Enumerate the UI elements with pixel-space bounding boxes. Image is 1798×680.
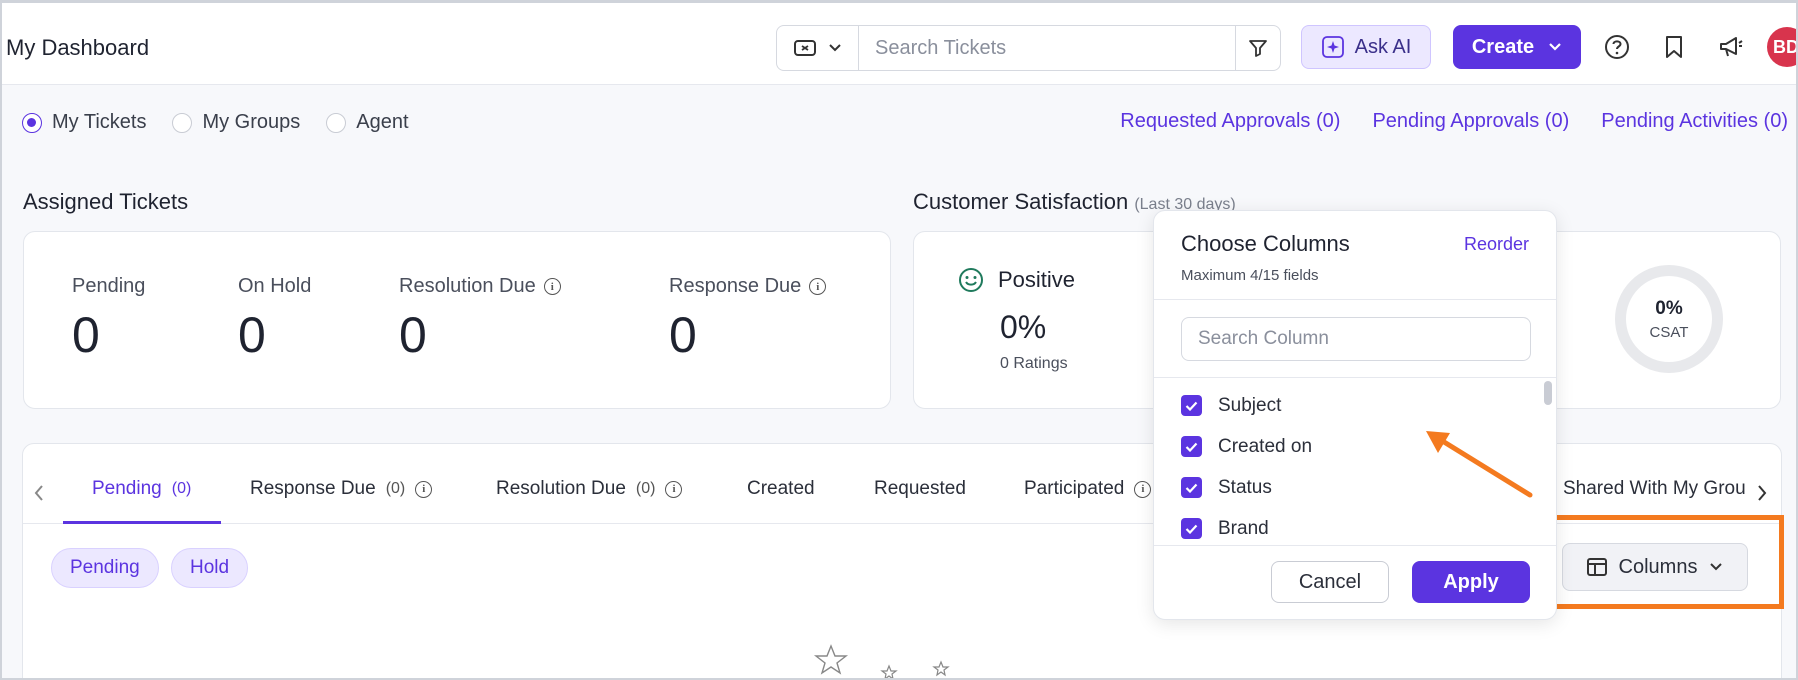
tab-response-due[interactable]: Response Due (0) i — [250, 478, 433, 500]
active-tab-indicator — [63, 521, 221, 524]
csat-positive-row: Positive — [958, 267, 1075, 293]
info-icon[interactable]: i — [665, 480, 683, 498]
stat-on-hold[interactable]: On Hold 0 — [238, 275, 311, 364]
bookmark-icon[interactable] — [1660, 33, 1688, 61]
checkbox-checked-icon[interactable] — [1181, 395, 1202, 416]
pending-activities-link[interactable]: Pending Activities (0) — [1601, 110, 1788, 133]
chevron-left-icon[interactable] — [33, 484, 45, 502]
stat-value: 0 — [238, 307, 266, 363]
radio-empty-icon — [326, 112, 347, 133]
filter-button[interactable] — [1235, 26, 1280, 70]
radio-my-tickets[interactable]: My Tickets — [22, 111, 146, 134]
tab-pending[interactable]: Pending (0) — [92, 478, 191, 500]
stat-label: Resolution Due i — [399, 275, 561, 298]
column-option-subject[interactable]: Subject — [1181, 385, 1521, 426]
popover-scrollbar[interactable] — [1544, 381, 1552, 405]
create-label: Create — [1471, 35, 1535, 58]
stat-value: 0 — [399, 307, 427, 363]
divider — [1154, 377, 1556, 378]
help-icon[interactable] — [1603, 33, 1631, 61]
ticket-search-bar — [776, 25, 1281, 71]
stat-value: 0 — [72, 307, 100, 363]
positive-label: Positive — [998, 267, 1076, 292]
tab-requested[interactable]: Requested — [874, 478, 966, 500]
stat-response-due[interactable]: Response Due i 0 — [669, 275, 827, 364]
radio-empty-icon — [172, 112, 193, 133]
top-header: My Dashboard Ask AI Create — [2, 3, 1796, 85]
checkbox-checked-icon[interactable] — [1181, 477, 1202, 498]
divider — [1154, 299, 1556, 300]
choose-columns-popover: Choose Columns Reorder Maximum 4/15 fiel… — [1153, 210, 1557, 620]
checkbox-checked-icon[interactable] — [1181, 518, 1202, 539]
ticket-scope-selector: My Tickets My Groups Agent — [22, 111, 409, 134]
ratings-count: 0 Ratings — [1000, 355, 1068, 372]
checkbox-checked-icon[interactable] — [1181, 436, 1202, 457]
radio-label: My Groups — [202, 111, 301, 133]
radio-my-groups[interactable]: My Groups — [172, 111, 300, 134]
csat-ring-gauge: 0% CSAT — [1615, 265, 1723, 373]
column-option-brand[interactable]: Brand — [1181, 508, 1521, 549]
smiley-icon — [959, 268, 983, 292]
ticket-type-dropdown[interactable] — [777, 26, 859, 70]
column-option-label: Subject — [1218, 394, 1282, 416]
stat-resolution-due[interactable]: Resolution Due i 0 — [399, 275, 561, 364]
approval-links: Requested Approvals (0) Pending Approval… — [1120, 110, 1788, 133]
search-column-input[interactable] — [1181, 317, 1531, 361]
radio-agent[interactable]: Agent — [326, 111, 409, 134]
annotation-arrow — [1426, 431, 1533, 498]
stat-value: 0 — [669, 307, 697, 363]
ask-ai-button[interactable]: Ask AI — [1301, 25, 1431, 69]
ticket-icon — [793, 40, 816, 56]
column-option-label: Created on — [1218, 435, 1313, 457]
sparkle-icon — [1321, 36, 1344, 58]
popover-title: Choose Columns — [1181, 231, 1350, 256]
stat-pending[interactable]: Pending 0 — [72, 275, 145, 364]
positive-percent: 0% — [1000, 309, 1047, 345]
popover-subtitle: Maximum 4/15 fields — [1181, 267, 1319, 284]
radio-label: Agent — [356, 111, 409, 133]
tab-shared-with-my-groups[interactable]: Shared With My Grou — [1563, 478, 1746, 500]
csat-ring-value: 0% — [1655, 297, 1683, 319]
tab-participated[interactable]: Participated i — [1024, 478, 1152, 500]
info-icon[interactable]: i — [543, 278, 561, 295]
highlight-box — [1546, 515, 1784, 609]
stat-label: Response Due i — [669, 275, 827, 298]
search-tickets-input[interactable] — [859, 26, 1235, 70]
chevron-right-icon[interactable] — [1756, 484, 1768, 502]
cancel-button[interactable]: Cancel — [1271, 561, 1389, 603]
reorder-link[interactable]: Reorder — [1464, 234, 1529, 255]
info-icon[interactable]: i — [415, 480, 433, 498]
app-frame: My Dashboard Ask AI Create — [0, 0, 1798, 680]
csat-ring-label: CSAT — [1649, 323, 1689, 341]
radio-selected-icon — [22, 112, 42, 133]
create-button[interactable]: Create — [1453, 25, 1581, 69]
radio-label: My Tickets — [52, 111, 147, 133]
megaphone-icon[interactable] — [1717, 33, 1745, 61]
stat-label: Pending — [72, 275, 146, 297]
filter-chip-pending[interactable]: Pending — [51, 548, 159, 588]
pending-approvals-link[interactable]: Pending Approvals (0) — [1372, 110, 1569, 133]
chevron-down-icon — [828, 44, 841, 52]
empty-state-stars-icon — [813, 644, 950, 678]
filter-chip-hold[interactable]: Hold — [171, 548, 249, 588]
chevron-down-icon — [1549, 43, 1561, 51]
stat-label: On Hold — [238, 275, 312, 297]
ask-ai-label: Ask AI — [1354, 35, 1412, 58]
user-avatar[interactable]: BD — [1767, 27, 1796, 67]
assigned-tickets-title: Assigned Tickets — [23, 189, 189, 214]
tab-created[interactable]: Created — [747, 478, 815, 500]
column-option-label: Brand — [1218, 517, 1269, 539]
filter-icon — [1249, 40, 1267, 57]
info-icon[interactable]: i — [1134, 480, 1152, 498]
tab-resolution-due[interactable]: Resolution Due (0) i — [496, 478, 683, 500]
apply-button[interactable]: Apply — [1412, 561, 1530, 603]
requested-approvals-link[interactable]: Requested Approvals (0) — [1120, 110, 1340, 133]
column-option-label: Status — [1218, 476, 1272, 498]
divider — [1154, 545, 1556, 546]
info-icon[interactable]: i — [809, 278, 827, 295]
page-title: My Dashboard — [6, 35, 150, 60]
